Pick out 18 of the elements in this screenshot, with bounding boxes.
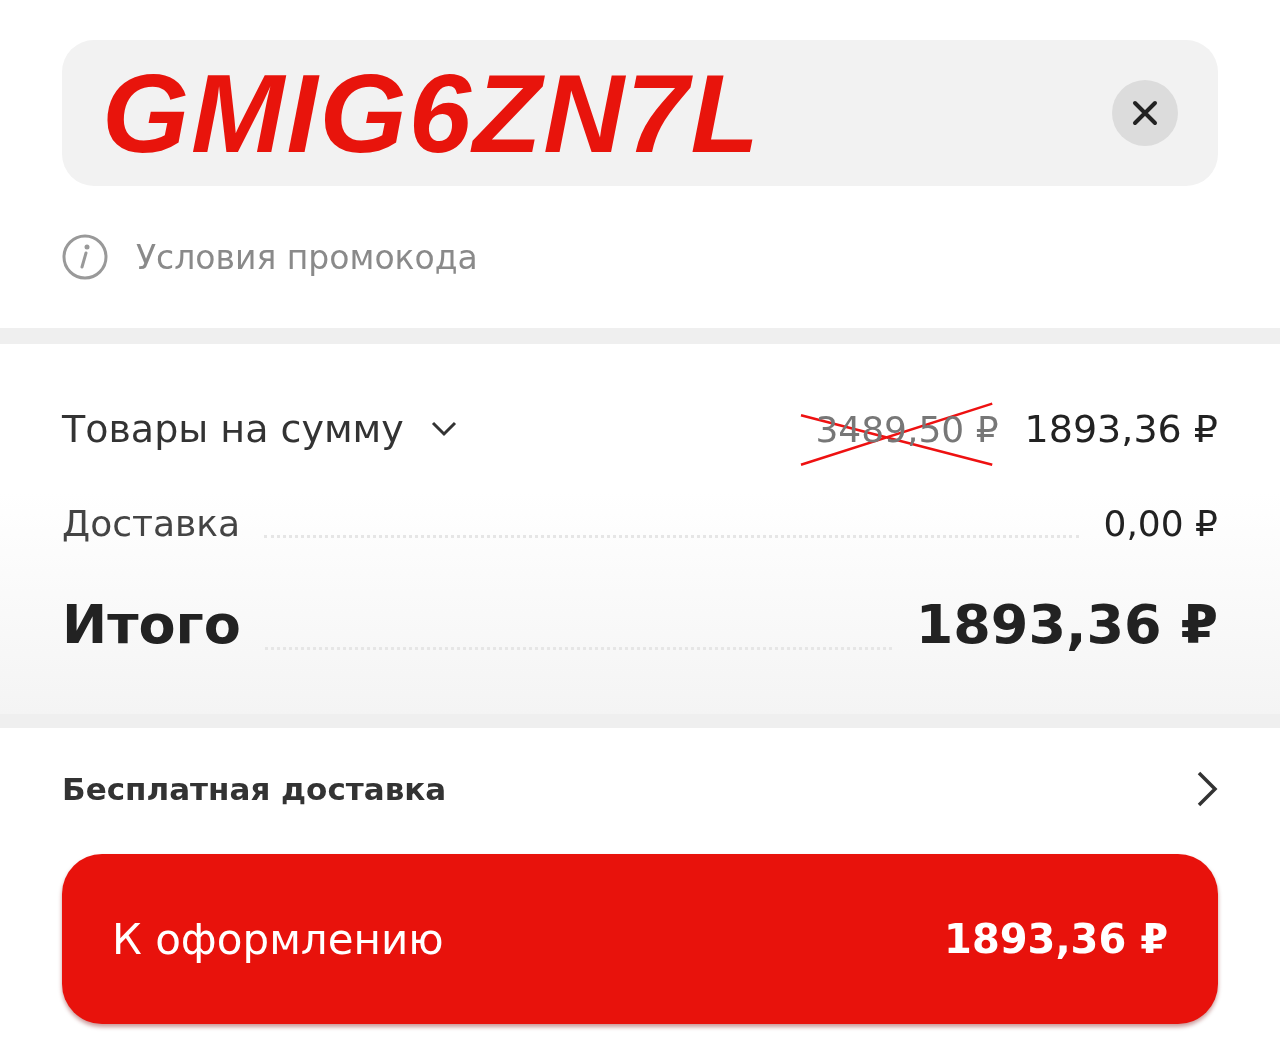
promo-terms-link[interactable]: Условия промокода	[136, 237, 478, 277]
info-icon	[62, 234, 108, 280]
items-total-toggle[interactable]: Товары на сумму	[62, 407, 458, 451]
chevron-down-icon	[429, 420, 458, 438]
promo-code: GMIG6ZN7L	[102, 49, 761, 178]
checkout-price: 1893,36 ₽	[944, 916, 1168, 962]
close-icon	[1132, 100, 1158, 126]
promo-code-field[interactable]: GMIG6ZN7L	[62, 40, 1218, 186]
total-label: Итого	[62, 593, 241, 656]
checkout-label: К оформлению	[112, 914, 444, 964]
total-value: 1893,36 ₽	[915, 593, 1218, 656]
checkout-button[interactable]: К оформлению 1893,36 ₽	[62, 854, 1218, 1024]
free-delivery-link[interactable]: Бесплатная доставка	[62, 728, 1218, 850]
chevron-right-icon	[1196, 770, 1218, 808]
delivery-value: 0,00 ₽	[1103, 503, 1218, 544]
free-delivery-label: Бесплатная доставка	[62, 771, 447, 807]
items-price: 1893,36 ₽	[1024, 407, 1218, 451]
delivery-label: Доставка	[62, 503, 240, 544]
